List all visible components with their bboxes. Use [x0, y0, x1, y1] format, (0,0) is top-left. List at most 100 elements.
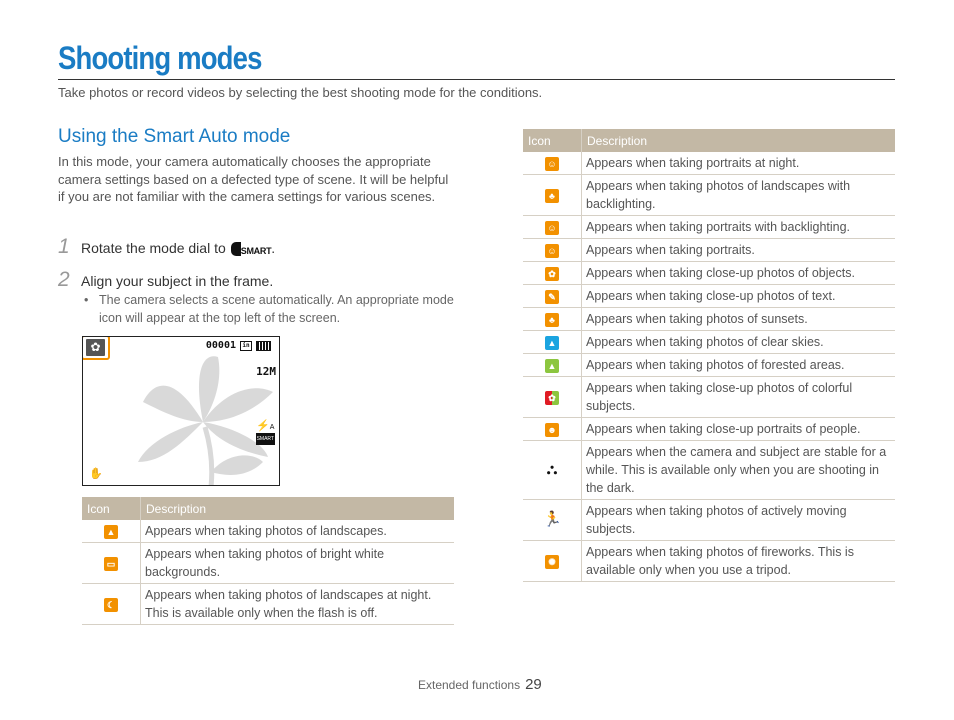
icon-cell: ☾: [82, 583, 141, 625]
icon-cell: ☻: [523, 417, 582, 441]
battery-icon: [256, 340, 271, 351]
description-cell: Appears when taking photos of landscapes…: [140, 583, 454, 625]
table-row: ☾ Appears when taking photos of landscape…: [82, 583, 454, 625]
table-row: ✿ Appears when taking close-up photos of …: [523, 376, 895, 418]
step-number: 1: [58, 235, 70, 258]
table-header-row: Icon Description: [523, 129, 895, 152]
description-cell: Appears when taking photos of landscapes…: [581, 174, 895, 216]
backlit-portrait-icon: ☺: [545, 220, 559, 235]
night-landscape-icon: ☾: [104, 597, 118, 612]
icon-cell: ✿: [523, 376, 582, 418]
table-row: ♣ Appears when taking photos of sunsets.: [523, 307, 895, 331]
step-number: 2: [58, 268, 70, 291]
icon-cell: ♣: [523, 307, 582, 331]
description-cell: Appears when taking photos of fireworks.…: [581, 540, 895, 582]
description-cell: Appears when taking portraits with backl…: [581, 215, 895, 239]
backlit-landscape-icon: ♣: [545, 188, 559, 203]
macro-color-icon: ✿: [545, 390, 559, 405]
page-subtitle: Take photos or record videos by selectin…: [58, 85, 543, 100]
night-portrait-icon: ☺: [545, 156, 559, 171]
page-title: Shooting modes: [58, 40, 262, 76]
icon-cell: 🏃: [523, 499, 582, 541]
icon-cell: ☺: [523, 238, 582, 262]
section-intro: In this mode, your camera automatically …: [58, 154, 449, 205]
description-cell: Appears when the camera and subject are …: [581, 440, 895, 500]
white-background-icon: ▭: [104, 556, 118, 571]
memory-icon: in: [240, 340, 252, 351]
description-cell: Appears when taking portraits.: [581, 238, 895, 262]
portrait-icon: ☺: [545, 243, 559, 258]
table-row: ▲ Appears when taking photos of clear ski…: [523, 330, 895, 354]
description-cell: Appears when taking close-up photos of c…: [581, 376, 895, 418]
table-row: ▲ Appears when taking photos of landscape…: [82, 520, 454, 543]
footer-section: Extended functions: [418, 678, 521, 692]
table-row: ☺ Appears when taking portraits.: [523, 238, 895, 262]
camera-screen-preview: ✿ 00001 in 12M ⚡A SMART ✋: [82, 336, 280, 486]
scene-icon-table-right: Icon Description ☺ Appears when taking po…: [523, 129, 895, 582]
resolution-indicator: 12M: [256, 365, 276, 378]
step-1: 1 Rotate the mode dial to SMART .: [58, 235, 275, 259]
landscape-icon: ▲: [104, 524, 118, 539]
icon-cell: ▲: [82, 520, 141, 543]
smart-icon-label: SMART: [240, 246, 272, 256]
step-2: 2 Align your subject in the frame.: [58, 268, 273, 292]
table-row: ☻ Appears when taking close-up portraits …: [523, 417, 895, 441]
icon-cell: ⛬: [523, 440, 582, 500]
macro-portrait-icon: ☻: [545, 422, 559, 437]
shot-count: 00001: [205, 340, 236, 351]
macro-flower-icon: ✿: [86, 339, 105, 356]
smart-flash-label: SMART: [255, 433, 275, 445]
table-row: ▭ Appears when taking photos of bright wh…: [82, 542, 454, 584]
table-row: ⛬ Appears when the camera and subject are…: [523, 440, 895, 500]
icon-cell: ♣: [523, 174, 582, 216]
description-cell: Appears when taking close-up photos of o…: [581, 261, 895, 285]
column-header-description: Description: [581, 129, 895, 152]
column-header-icon: Icon: [523, 129, 582, 152]
ois-icon: ✋: [89, 468, 103, 480]
icon-cell: ▲: [523, 353, 582, 377]
icon-cell: ☺: [523, 215, 582, 239]
fireworks-icon: ✺: [545, 554, 559, 569]
flash-indicator: ⚡A SMART: [255, 420, 275, 445]
icon-cell: ✿: [523, 261, 582, 285]
step-2-bullet: • The camera selects a scene automatical…: [84, 291, 454, 327]
tripod-icon: ⛬: [546, 461, 558, 479]
description-cell: Appears when taking photos of landscapes…: [140, 520, 454, 543]
column-header-description: Description: [140, 497, 454, 520]
icon-cell: ▭: [82, 542, 141, 584]
table-row: ♣ Appears when taking photos of landscape…: [523, 174, 895, 216]
icon-cell: ✎: [523, 284, 582, 308]
forest-icon: ▲: [545, 358, 559, 373]
flash-icon: ⚡: [256, 420, 270, 432]
step-suffix: .: [271, 240, 276, 256]
description-cell: Appears when taking photos of actively m…: [581, 499, 895, 541]
description-cell: Appears when taking photos of sunsets.: [581, 307, 895, 331]
step-text: Rotate the mode dial to: [81, 240, 226, 256]
sunset-icon: ♣: [545, 312, 559, 327]
action-icon: 🏃: [543, 511, 562, 529]
table-header-row: Icon Description: [82, 497, 454, 520]
table-row: ✎ Appears when taking close-up photos of …: [523, 284, 895, 308]
page-number: 29: [525, 676, 542, 693]
description-cell: Appears when taking photos of forested a…: [581, 353, 895, 377]
table-row: ☺ Appears when taking portraits with back…: [523, 215, 895, 239]
section-heading: Using the Smart Auto mode: [58, 126, 291, 147]
scene-mode-indicator: ✿: [83, 337, 110, 360]
flash-label: A: [269, 424, 275, 431]
description-cell: Appears when taking close-up portraits o…: [581, 417, 895, 441]
macro-text-icon: ✎: [545, 289, 559, 304]
column-header-icon: Icon: [82, 497, 141, 520]
bullet-icon: •: [84, 293, 89, 307]
scene-icon-table-left: Icon Description ▲ Appears when taking ph…: [82, 497, 454, 625]
macro-icon: ✿: [545, 266, 559, 281]
icon-cell: ☺: [523, 152, 582, 175]
description-cell: Appears when taking photos of clear skie…: [581, 330, 895, 354]
bullet-text: The camera selects a scene automatically…: [99, 293, 454, 325]
page-footer: Extended functions 29: [418, 676, 542, 693]
description-cell: Appears when taking portraits at night.: [581, 152, 895, 175]
table-row: ✿ Appears when taking close-up photos of …: [523, 261, 895, 285]
table-row: ▲ Appears when taking photos of forested …: [523, 353, 895, 377]
description-cell: Appears when taking close-up photos of t…: [581, 284, 895, 308]
description-cell: Appears when taking photos of bright whi…: [140, 542, 454, 584]
icon-cell: ✺: [523, 540, 582, 582]
